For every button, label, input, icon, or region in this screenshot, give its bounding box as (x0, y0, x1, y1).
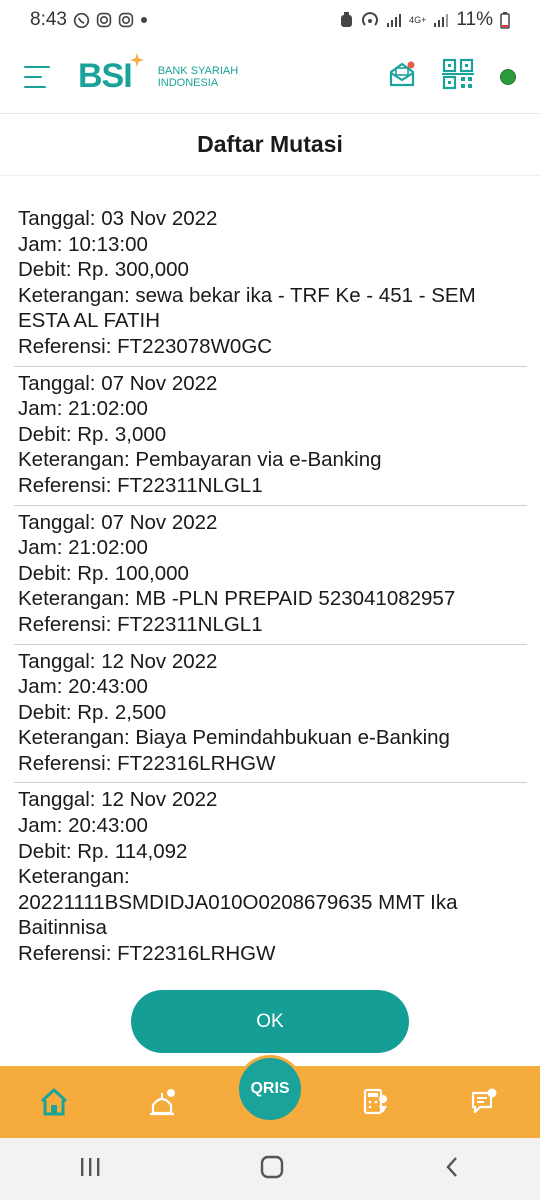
ok-button[interactable]: OK (131, 990, 409, 1053)
tx-description: Keterangan: MB -PLN PREPAID 523041082957 (18, 587, 456, 611)
tx-reference: Referensi: FT22311NLGL1 (18, 612, 263, 636)
tx-description: Keterangan: Pembayaran via e-Banking (18, 448, 382, 472)
recent-apps-icon[interactable] (78, 1156, 102, 1183)
tx-time: Jam: 21:02:00 (18, 397, 148, 421)
tx-time: Jam: 20:43:00 (18, 675, 148, 699)
tx-debit: Debit: Rp. 300,000 (18, 258, 189, 282)
tx-reference: Referensi: FT223078W0GC (18, 334, 273, 358)
signal-icon-2 (433, 13, 449, 27)
tx-date: Tanggal: 03 Nov 2022 (18, 207, 218, 230)
qris-label: QRIS (250, 1080, 290, 1097)
tx-debit: Debit: Rp. 114,092 (18, 839, 188, 863)
tx-time: Jam: 20:43:00 (18, 814, 148, 838)
tx-reference: Referensi: FT22316LRHGW (18, 942, 276, 966)
home-icon[interactable] (38, 1086, 70, 1118)
tx-debit: Debit: Rp. 3,000 (18, 422, 167, 446)
tx-date: Tanggal: 12 Nov 2022 (18, 649, 218, 673)
tx-debit: Debit: Rp. 100,000 (18, 561, 189, 585)
tx-date: Tanggal: 07 Nov 2022 (18, 510, 218, 534)
transaction-item: Tanggal: 07 Nov 2022 Jam: 21:02:00 Debit… (14, 506, 527, 645)
whatsapp-icon (73, 12, 90, 29)
inbox-icon[interactable] (388, 60, 416, 93)
tx-date: Tanggal: 07 Nov 2022 (18, 371, 218, 395)
tx-description: Keterangan: Biaya Pemindahbukuan e-Banki… (18, 726, 450, 750)
status-time: 8:43 (30, 9, 67, 30)
home-button-icon[interactable] (259, 1154, 285, 1185)
network-type: 4G+ (409, 14, 427, 25)
status-bar: 8:43 4G+ 11% (0, 0, 540, 40)
instagram-icon-2 (118, 12, 134, 28)
back-icon[interactable] (442, 1155, 462, 1184)
tx-time: Jam: 10:13:00 (18, 232, 148, 256)
tx-reference: Referensi: FT22311NLGL1 (18, 473, 263, 497)
logo-mark: BSI (78, 57, 133, 95)
transaction-item: Tanggal: 07 Nov 2022 Jam: 21:02:00 Debit… (14, 367, 527, 506)
qris-button[interactable]: QRIS (236, 1055, 304, 1123)
tx-reference: Referensi: FT22316LRHGW (18, 751, 276, 775)
online-status-dot (500, 68, 516, 85)
logo-text: BANK SYARIAH INDONESIA (157, 64, 239, 89)
hotspot-icon (361, 11, 379, 29)
page-title: Daftar Mutasi (0, 114, 540, 176)
tx-description: Keterangan: 20221111BSMDIDJA010O02086796… (18, 865, 458, 940)
system-nav-bar (0, 1138, 540, 1200)
transaction-item: Tanggal: 12 Nov 2022 Jam: 20:43:00 Debit… (14, 645, 527, 784)
transaction-item: Tanggal: 03 Nov 2022 Jam: 10:13:00 Debit… (14, 202, 527, 367)
transaction-list: Tanggal: 03 Nov 2022 Jam: 10:13:00 Debit… (14, 202, 527, 973)
chat-help-icon[interactable] (468, 1086, 500, 1118)
transaction-item: Tanggal: 12 Nov 2022 Jam: 20:43:00 Debit… (14, 783, 527, 972)
instagram-icon (96, 12, 112, 28)
tx-debit: Debit: Rp. 2,500 (18, 700, 167, 724)
qr-code-icon[interactable] (442, 58, 474, 95)
battery-percent: 11% (456, 9, 493, 30)
bsi-logo: BSI BANK SYARIAH INDONESIA (78, 53, 239, 96)
battery-icon (500, 11, 510, 29)
tx-description: Keterangan: sewa bekar ika - TRF Ke - 45… (18, 283, 482, 333)
tx-date: Tanggal: 12 Nov 2022 (18, 788, 218, 812)
app-header: BSI BANK SYARIAH INDONESIA (0, 40, 540, 114)
notification-dot-icon (140, 16, 148, 24)
star-icon (129, 53, 144, 72)
bill-payment-icon[interactable] (360, 1086, 392, 1118)
signal-icon (386, 13, 402, 27)
alarm-icon (339, 11, 354, 29)
tx-time: Jam: 21:02:00 (18, 536, 148, 560)
menu-icon[interactable] (24, 65, 50, 88)
mosque-icon[interactable] (146, 1086, 178, 1118)
